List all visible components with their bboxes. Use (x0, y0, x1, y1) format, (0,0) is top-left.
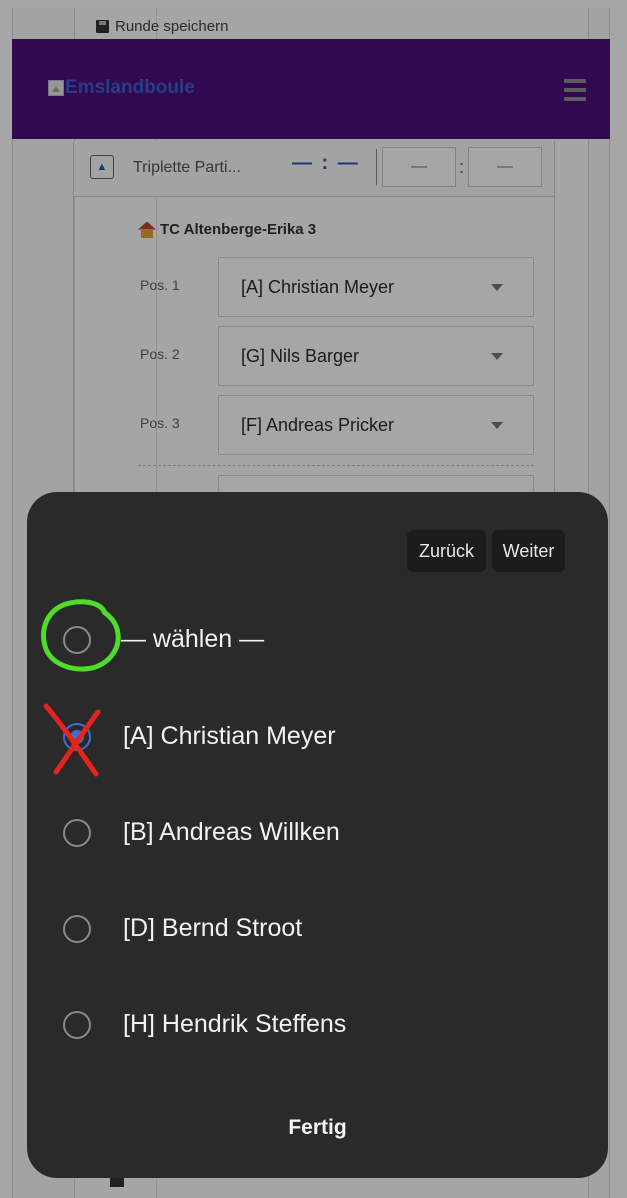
done-button[interactable]: Fertig (27, 1116, 608, 1140)
picker-option[interactable]: [D] Bernd Stroot (27, 881, 608, 977)
next-button[interactable]: Weiter (492, 530, 565, 572)
picker-option[interactable]: [A] Christian Meyer (27, 689, 608, 785)
back-button[interactable]: Zurück (407, 530, 486, 572)
player-picker-sheet: Zurück Weiter — wählen — [A] Christian M… (27, 492, 608, 1178)
radio-button[interactable] (63, 1011, 91, 1039)
option-label: [A] Christian Meyer (123, 722, 336, 750)
radio-button[interactable] (63, 819, 91, 847)
radio-button[interactable] (63, 723, 91, 751)
picker-option[interactable]: [B] Andreas Willken (27, 785, 608, 881)
radio-button[interactable] (63, 915, 91, 943)
option-label: — wählen — (121, 625, 265, 653)
picker-option[interactable]: [H] Hendrik Steffens (27, 977, 608, 1073)
radio-button[interactable] (63, 626, 91, 654)
option-label: [D] Bernd Stroot (123, 914, 303, 942)
option-label: [B] Andreas Willken (123, 818, 340, 846)
option-label: [H] Hendrik Steffens (123, 1010, 347, 1038)
picker-option[interactable]: — wählen — (27, 592, 608, 688)
